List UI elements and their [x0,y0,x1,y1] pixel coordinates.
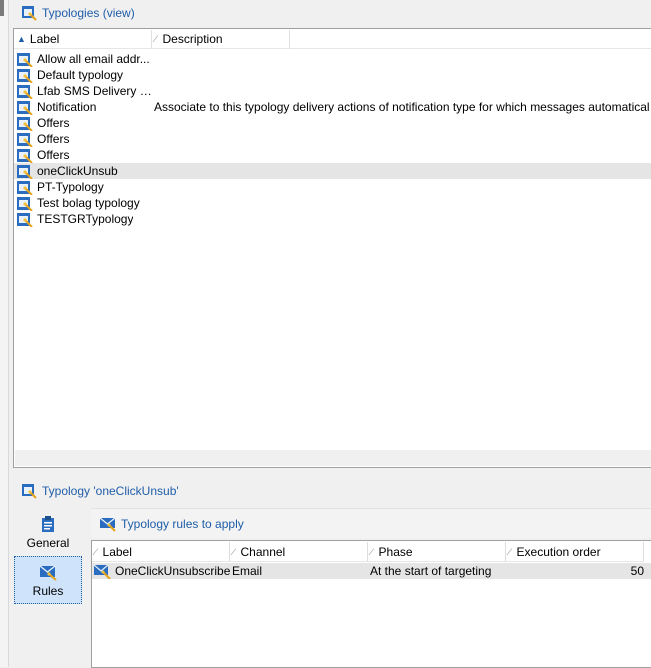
typology-label-cell: Allow all email addr... [14,52,154,67]
typology-icon [16,116,33,131]
table-row[interactable]: OneClickUnsubscribe Email At the start o… [92,563,651,579]
column-grip-icon: ⁄ [95,546,97,557]
typology-icon [16,148,33,163]
typology-label-cell: Offers [14,148,154,163]
rules-panel: Typology rules to apply ⁄ Label ⁄ Channe… [91,508,651,668]
column-grip-icon: ⁄ [155,34,157,44]
tab-general[interactable]: General [14,508,82,556]
typology-label: Default typology [37,68,124,82]
typology-label: Allow all email addr... [37,52,150,66]
typology-icon [16,180,33,195]
typology-detail-header: Typology 'oneClickUnsub' [13,478,179,504]
table-row[interactable]: Default typology [14,67,651,83]
typology-description: Associate to this typology delivery acti… [154,100,650,114]
typology-icon [16,212,33,227]
typology-label: Offers [37,132,70,146]
typology-label: TESTGRTypology [37,212,134,226]
typology-label: Notification [37,100,97,114]
envelope-icon [99,516,117,532]
typology-icon [16,100,33,115]
typologies-view-header: Typologies (view) [13,0,135,26]
table-row[interactable]: Lfab SMS Delivery typ. [14,83,651,99]
table-row[interactable]: Offers [14,115,651,131]
typology-icon [16,164,33,179]
typology-label: Test bolag typology [37,196,140,210]
clipboard-icon [39,515,57,533]
typology-label-cell: Offers [14,132,154,147]
column-grip-icon: ⁄ [371,546,373,557]
table-row[interactable]: Allow all email addr... [14,51,651,67]
typology-icon [16,132,33,147]
rule-label-cell: OneClickUnsubscribe [92,564,230,579]
typology-icon [21,483,37,499]
table-row[interactable]: PT-Typology [14,179,651,195]
tab-rules[interactable]: Rules [14,556,82,604]
typology-rows: Allow all email addr... Default typology L… [14,51,651,227]
typology-label-cell: oneClickUnsub [14,164,154,179]
envelope-icon [39,563,57,581]
horizontal-scrollbar[interactable] [15,450,651,466]
table-row[interactable]: Offers [14,131,651,147]
typology-icon [16,196,33,211]
table-row[interactable]: Offers [14,147,651,163]
rule-execution-order: 50 [630,564,644,578]
left-scrollbar[interactable] [0,0,9,667]
typology-label: PT-Typology [37,180,104,194]
table-row[interactable]: TESTGRTypology [14,211,651,227]
table-row[interactable]: Notification Associate to this typology d… [14,99,651,115]
rules-table[interactable]: ⁄ Label ⁄ Channel ⁄ Phase ⁄ Execution or… [91,540,651,668]
table-row[interactable]: oneClickUnsub [14,163,651,179]
column-header-empty [290,30,651,49]
rules-header: Typology rules to apply [91,508,651,538]
column-grip-icon: ⁄ [233,546,235,557]
rules-column-execution-order[interactable]: ⁄ Execution order [506,542,644,562]
tab-general-label: General [26,535,70,550]
page-title: Typologies (view) [42,6,135,20]
rule-phase: At the start of targeting [370,564,492,578]
typology-label: Offers [37,116,70,130]
typology-label: oneClickUnsub [37,164,118,178]
typology-label-cell: PT-Typology [14,180,154,195]
typology-icon [16,84,33,99]
tab-rules-label: Rules [32,583,64,598]
typology-icon [16,68,33,83]
typology-icon [16,52,33,67]
column-grip-icon: ⁄ [509,546,511,557]
typology-label-cell: Test bolag typology [14,196,154,211]
typology-label-cell: Default typology [14,68,154,83]
rule-label: OneClickUnsubscribe [115,564,230,578]
column-header-description[interactable]: ⁄ Description [152,30,290,49]
rules-title: Typology rules to apply [121,516,244,531]
rules-column-channel[interactable]: ⁄ Channel [230,542,368,562]
detail-tabs: General Rules [13,508,91,668]
table-row[interactable]: Test bolag typology [14,195,651,211]
typology-icon [21,5,37,21]
typology-label-cell: Notification [14,100,154,115]
typology-label-cell: TESTGRTypology [14,212,154,227]
typology-label-cell: Offers [14,116,154,131]
detail-title: Typology 'oneClickUnsub' [42,484,179,498]
typologies-list[interactable]: ▲ Label ⁄ Description Allow all email ad… [13,28,651,468]
typology-label: Lfab SMS Delivery typ. [37,84,154,98]
rules-column-phase[interactable]: ⁄ Phase [368,542,506,562]
typology-detail-pane: Typology 'oneClickUnsub' General Rules T… [13,478,651,668]
typology-label: Offers [37,148,70,162]
rules-column-label[interactable]: ⁄ Label [92,542,230,562]
column-header-label[interactable]: ▲ Label [14,30,152,49]
envelope-icon [93,564,111,579]
rule-channel: Email [232,564,263,578]
scrollbar-thumb[interactable] [0,0,4,16]
sort-ascending-icon: ▲ [17,34,26,44]
typology-label-cell: Lfab SMS Delivery typ. [14,84,154,99]
